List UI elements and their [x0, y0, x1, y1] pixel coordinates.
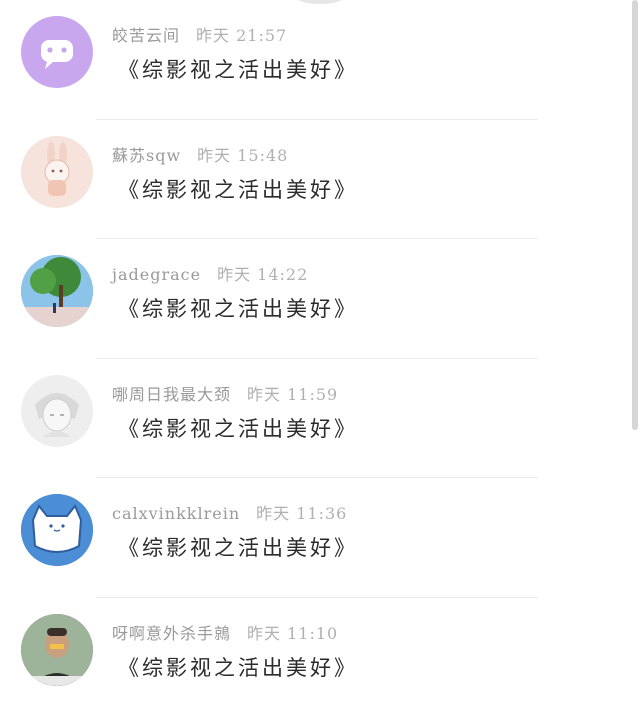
username[interactable]: 哪周日我最大颈 [112, 385, 231, 404]
comment-meta: 皎苦云间 昨天 21:57 [112, 22, 287, 46]
avatar[interactable] [21, 374, 93, 447]
avatar[interactable] [21, 613, 93, 686]
comment-text: 《综影视之活出美好》 [118, 536, 358, 561]
comment-item[interactable]: calxvinkklrein 昨天 11:36 《综影视之活出美好》 [0, 478, 628, 598]
avatar[interactable] [21, 135, 93, 208]
tree-landscape [21, 255, 93, 328]
timestamp: 昨天 15:48 [197, 145, 289, 165]
comment-item[interactable]: 皎苦云间 昨天 21:57 《综影视之活出美好》 [0, 0, 628, 120]
timestamp: 昨天 21:57 [196, 26, 288, 45]
person-photo [21, 613, 93, 686]
comment-meta: 哪周日我最大颈 昨天 11:59 [112, 381, 338, 405]
username[interactable]: 呀啊意外杀手鶁 [112, 624, 231, 643]
comment-text: 《综影视之活出美好》 [118, 58, 358, 82]
username[interactable]: calxvinkklrein [112, 504, 240, 523]
username[interactable]: 皎苦云间 [112, 26, 180, 45]
timestamp: 昨天 11:10 [247, 623, 339, 643]
comment-text: 《综影视之活出美好》 [118, 177, 358, 202]
timestamp: 昨天 11:36 [256, 504, 348, 524]
comment-text: 《综影视之活出美好》 [118, 655, 358, 680]
timestamp: 昨天 11:59 [247, 384, 339, 404]
bunny-illustration [44, 141, 70, 196]
comment-item[interactable]: 哪周日我最大颈 昨天 11:59 《综影视之活出美好》 [0, 359, 628, 479]
comment-meta: calxvinkklrein 昨天 11:36 [112, 500, 347, 524]
comment-meta: 呀啊意外杀手鶁 昨天 11:10 [112, 620, 338, 644]
anime-boy-sketch [35, 392, 79, 437]
avatar[interactable] [21, 255, 93, 328]
cat-mug [21, 494, 93, 567]
comment-item[interactable]: 蘇苏sqw 昨天 15:48 《综影视之活出美好》 [0, 120, 628, 240]
comment-text: 《综影视之活出美好》 [118, 297, 358, 322]
username[interactable]: 蘇苏sqw [112, 146, 181, 165]
timestamp: 昨天 14:22 [217, 265, 309, 285]
comment-meta: jadegrace 昨天 14:22 [112, 261, 308, 285]
comment-list: 皎苦云间 昨天 21:57 《综影视之活出美好》 蘇苏sqw 昨天 15:48 《综… [0, 0, 628, 718]
avatar[interactable] [21, 16, 93, 88]
comment-item[interactable]: 呀啊意外杀手鶁 昨天 11:10 《综影视之活出美好》 [0, 598, 628, 718]
comment-text: 《综影视之活出美好》 [118, 416, 358, 441]
scrollbar[interactable] [632, 0, 638, 430]
chat-bubble-icon [41, 40, 73, 69]
comment-meta: 蘇苏sqw 昨天 15:48 [112, 142, 288, 166]
username[interactable]: jadegrace [112, 265, 201, 284]
comment-item[interactable]: jadegrace 昨天 14:22 《综影视之活出美好》 [0, 239, 628, 359]
avatar[interactable] [21, 494, 93, 567]
